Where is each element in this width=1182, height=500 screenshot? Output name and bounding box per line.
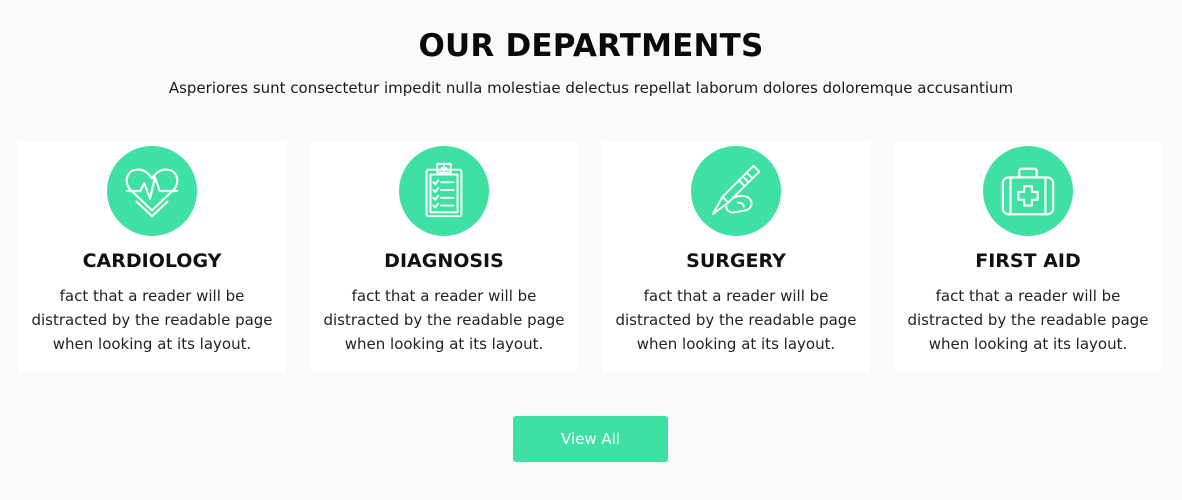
heartbeat-icon: [107, 146, 197, 236]
department-title: FIRST AID: [975, 250, 1081, 272]
department-description: fact that a reader will be distracted by…: [615, 287, 857, 353]
section-title: OUR DEPARTMENTS: [418, 28, 764, 64]
view-all-button[interactable]: View All: [513, 416, 668, 462]
department-card-first-aid[interactable]: FIRST AID fact that a reader will be dis…: [895, 142, 1161, 372]
department-title: DIAGNOSIS: [384, 250, 504, 272]
first-aid-kit-icon: [983, 146, 1073, 236]
departments-list: CARDIOLOGY fact that a reader will be di…: [19, 142, 1162, 372]
department-description: fact that a reader will be distracted by…: [907, 287, 1149, 353]
department-card-cardiology[interactable]: CARDIOLOGY fact that a reader will be di…: [19, 142, 285, 372]
department-card-diagnosis[interactable]: DIAGNOSIS fact that a reader will be dis…: [311, 142, 577, 372]
department-description: fact that a reader will be distracted by…: [323, 287, 565, 353]
department-title: SURGERY: [686, 250, 786, 272]
department-title: CARDIOLOGY: [82, 250, 222, 272]
section-subtitle: Asperiores sunt consectetur impedit null…: [168, 79, 1014, 97]
clipboard-icon: [399, 146, 489, 236]
scalpel-icon: [691, 146, 781, 236]
department-card-surgery[interactable]: SURGERY fact that a reader will be distr…: [603, 142, 869, 372]
department-description: fact that a reader will be distracted by…: [31, 287, 273, 353]
